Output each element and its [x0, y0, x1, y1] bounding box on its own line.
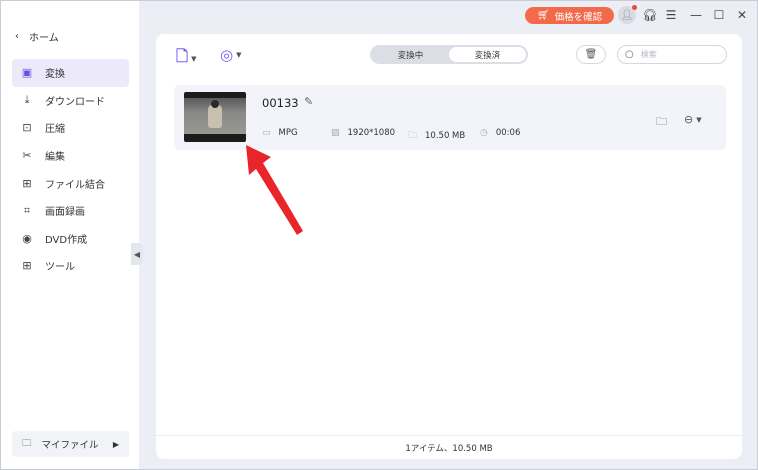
cart-icon: 🛒︎ [536, 10, 550, 21]
maximize-icon[interactable]: ☐ [710, 6, 728, 24]
convert-icon: ▣ [21, 66, 33, 80]
image-icon: ▨ [331, 128, 340, 138]
file-resolution: 1920*1080 [347, 128, 396, 138]
trash-icon: 🗑︎ [584, 49, 598, 60]
chevron-right-icon: ▶ [112, 439, 119, 449]
sidebar-item-label: ダウンロード [45, 96, 105, 108]
add-file-icon: 🗋︎ [176, 47, 189, 65]
add-disc-button[interactable]: ◎ ▼ [220, 46, 241, 64]
sidebar-item-download[interactable]: ⤓ ダウンロード [12, 87, 129, 115]
sidebar: ‹ ホーム ▣ 変換 ⤓ ダウンロード ⊡ 圧縮 ✂ 編集 ⊞ ファイル結合 ⌗… [1, 1, 139, 469]
sidebar-item-label: 変換 [45, 69, 65, 81]
grid-icon: ⊞ [22, 259, 32, 273]
thumbnail-figure-head [211, 100, 219, 108]
screen-record-icon: ⌗ [23, 203, 31, 217]
sidebar-item-edit[interactable]: ✂ 編集 [12, 142, 129, 170]
merge-icon: ⊞ [22, 176, 32, 190]
titlebar: 🛒︎ 価格を確認 👤︎ 🎧︎ ☰ — ☐ ✕ [1, 1, 757, 31]
sidebar-collapse-toggle[interactable]: ◀ [131, 243, 143, 265]
add-file-button[interactable]: 🗋︎ ▼ [176, 46, 196, 71]
scissors-icon: ✂ [22, 149, 32, 163]
video-thumbnail[interactable] [184, 92, 246, 142]
tab-converting[interactable]: 変換中 [372, 47, 449, 62]
conversion-tabs: 変換中 変換済 [370, 45, 528, 64]
notification-dot [632, 5, 637, 10]
chevron-down-icon: ▼ [236, 51, 242, 59]
compress-icon: ⊡ [22, 121, 32, 135]
folder-icon: 🗀 [22, 438, 32, 449]
chevron-down-icon: ▼ [191, 54, 197, 63]
user-icon: 👤︎ [620, 9, 634, 21]
search-icon: ○ [625, 49, 634, 60]
sidebar-item-label: 画面録画 [45, 207, 85, 219]
search-input[interactable] [640, 50, 721, 59]
chevron-left-icon: ◀ [133, 249, 141, 259]
home-link[interactable]: ‹ ホーム [15, 29, 59, 44]
menu-icon[interactable]: ☰ [662, 6, 680, 24]
chevron-down-icon: ▼ [696, 115, 702, 124]
more-options-button[interactable]: ⊖ ▼ [684, 113, 702, 126]
my-files-button[interactable]: 🗀 マイファイル ▶ [12, 431, 129, 457]
delete-button[interactable]: 🗑︎ [576, 45, 606, 64]
avatar[interactable]: 👤︎ [618, 5, 637, 24]
sidebar-item-label: ツール [45, 262, 75, 274]
headset-icon[interactable]: 🎧︎ [641, 6, 659, 24]
dvd-icon: ◉ [22, 231, 32, 245]
duration-meta: ◷ 00:06 [480, 128, 520, 138]
size-meta: 🗀 10.50 MB [408, 128, 465, 144]
check-price-label: 価格を確認 [554, 11, 603, 23]
status-bar: 1アイテム、10.50 MB [156, 435, 742, 459]
minimize-icon[interactable]: — [687, 6, 705, 24]
sidebar-item-convert[interactable]: ▣ 変換 [12, 59, 129, 87]
sidebar-item-label: ファイル結合 [45, 179, 105, 191]
more-icon: ⊖ [684, 113, 694, 126]
my-files-label: マイファイル [41, 440, 99, 451]
file-duration: 00:06 [495, 128, 521, 138]
sidebar-item-label: 圧縮 [45, 124, 65, 136]
sidebar-item-screen-record[interactable]: ⌗ 画面録画 [12, 197, 129, 225]
edit-name-icon[interactable]: ✎ [304, 95, 313, 108]
file-format: MPG [278, 128, 298, 138]
search-box: ○ [617, 45, 727, 64]
sidebar-nav: ▣ 変換 ⤓ ダウンロード ⊡ 圧縮 ✂ 編集 ⊞ ファイル結合 ⌗ 画面録画 [12, 59, 129, 280]
video-camera-icon: ▭ [262, 128, 271, 138]
app-window: ‹ ホーム ▣ 変換 ⤓ ダウンロード ⊡ 圧縮 ✂ 編集 ⊞ ファイル結合 ⌗… [0, 0, 758, 470]
file-name: 00133 [262, 96, 299, 110]
sidebar-item-label: DVD作成 [45, 234, 88, 246]
annotation-arrow [246, 145, 303, 235]
tab-converted[interactable]: 変換済 [449, 47, 526, 62]
sidebar-item-label: 編集 [45, 152, 65, 164]
home-label: ホーム [29, 33, 59, 44]
folder-icon: 🗀 [408, 131, 418, 141]
add-disc-icon: ◎ [220, 46, 234, 64]
file-size: 10.50 MB [425, 131, 466, 141]
main-panel: 🗋︎ ▼ ◎ ▼ 変換中 変換済 🗑︎ ○ 00133 ✎ [156, 34, 742, 459]
open-folder-icon[interactable]: 🗀 [656, 113, 667, 132]
resolution-meta: ▨ 1920*1080 [331, 128, 395, 138]
sidebar-item-tools[interactable]: ⊞ ツール [12, 252, 129, 280]
sidebar-item-dvd[interactable]: ◉ DVD作成 [12, 225, 129, 253]
close-icon[interactable]: ✕ [733, 6, 751, 24]
sidebar-item-merge[interactable]: ⊞ ファイル結合 [12, 169, 129, 197]
download-icon: ⤓ [24, 93, 30, 107]
check-price-button[interactable]: 🛒︎ 価格を確認 [525, 7, 614, 24]
sidebar-item-compress[interactable]: ⊡ 圧縮 [12, 114, 129, 142]
chevron-left-icon: ‹ [15, 31, 19, 42]
format-meta: ▭ MPG [262, 128, 298, 138]
clock-icon: ◷ [480, 128, 488, 138]
